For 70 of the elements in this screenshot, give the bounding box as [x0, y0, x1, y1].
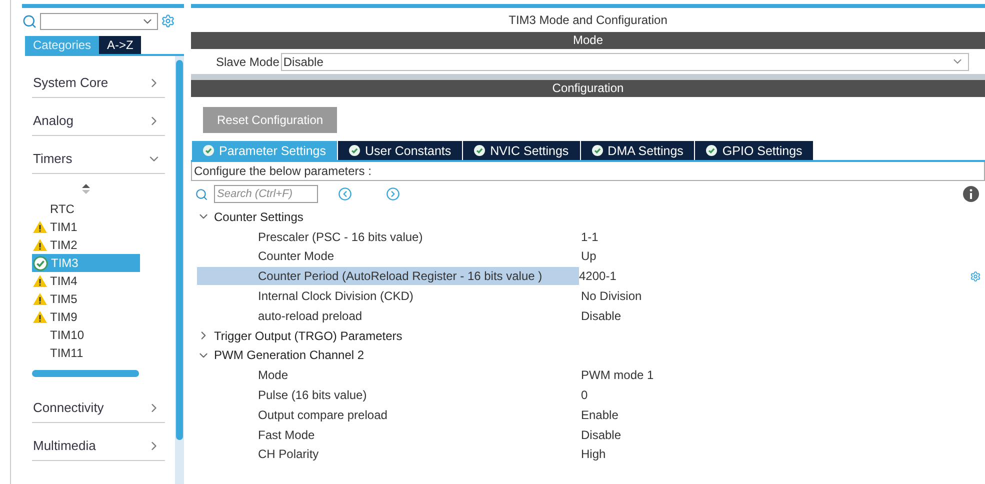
parameter-name[interactable]: Internal Clock Division (CKD) — [197, 287, 579, 306]
previous-icon[interactable] — [338, 187, 352, 201]
parameter-name[interactable]: auto-reload preload — [197, 306, 579, 325]
warning-icon — [33, 293, 47, 305]
parameter-value[interactable]: Disable — [579, 428, 985, 442]
horizontal-scrollbar[interactable] — [32, 370, 139, 377]
scrollbar-thumb[interactable] — [176, 60, 183, 440]
parameter-value[interactable]: High — [579, 447, 985, 462]
parameter-name[interactable]: Output compare preload — [197, 406, 579, 424]
check-circle-icon — [474, 145, 486, 156]
category-tab[interactable]: A->Z — [99, 36, 142, 54]
check-circle-icon — [706, 145, 718, 156]
category-header[interactable]: Analog — [32, 98, 165, 136]
settings-tab[interactable]: NVIC Settings — [462, 141, 580, 160]
category-header[interactable]: Connectivity — [32, 385, 165, 423]
parameter-name[interactable]: Counter Period (AutoReload Register - 16 bits value ) — [197, 267, 579, 286]
settings-tab[interactable]: GPIO Settings — [694, 141, 814, 160]
peripheral-item[interactable]: TIM4 — [32, 272, 140, 290]
warning-icon — [33, 275, 47, 287]
tree-group[interactable]: PWM Generation Channel 2 — [191, 346, 985, 366]
parameter-value[interactable]: Enable — [579, 408, 985, 422]
peripheral-item[interactable]: TIM9 — [32, 308, 140, 326]
peripheral-item[interactable]: RTC — [32, 200, 140, 218]
section-header: Mode — [191, 32, 985, 49]
slave-mode-select[interactable]: Disable — [281, 52, 969, 70]
search-combo-field[interactable] — [40, 12, 158, 30]
peripheral-item[interactable]: TIM5 — [32, 290, 140, 308]
warning-icon — [33, 239, 47, 251]
warning-icon — [33, 221, 47, 233]
info-icon[interactable] — [963, 186, 979, 202]
check-circle-icon — [33, 256, 48, 270]
parameter-name[interactable]: Mode — [197, 366, 579, 384]
tree-group[interactable]: Trigger Output (TRGO) Parameters — [191, 326, 985, 346]
peripheral-item[interactable]: TIM10 — [32, 326, 140, 344]
parameter-value[interactable]: PWM mode 1 — [579, 368, 985, 382]
parameter-value[interactable]: Disable — [579, 308, 985, 323]
field-label: Slave Mode — [216, 54, 280, 68]
peripheral-item[interactable]: TIM2 — [32, 236, 140, 254]
tree-group[interactable]: Counter Settings — [191, 207, 985, 227]
section-header: Configuration — [191, 80, 985, 97]
settings-tab[interactable]: User Constants — [337, 141, 462, 160]
category-header[interactable]: Multimedia — [32, 423, 165, 461]
parameter-name[interactable]: Prescaler (PSC - 16 bits value) — [197, 228, 579, 246]
settings-icon[interactable] — [161, 14, 175, 28]
settings-tab[interactable]: DMA Settings — [580, 141, 694, 160]
check-circle-icon — [349, 145, 360, 156]
parameter-value[interactable]: 0 — [579, 388, 985, 402]
warning-icon — [33, 311, 47, 323]
search-icon — [195, 188, 208, 200]
parameter-value[interactable]: 1-1 — [579, 230, 985, 244]
panel-title: TIM3 Mode and Configuration — [508, 12, 668, 29]
peripheral-item[interactable]: TIM11 — [32, 344, 140, 362]
category-header[interactable]: Timers — [32, 136, 165, 174]
peripheral-item[interactable]: TIM1 — [32, 218, 140, 236]
parameter-name[interactable]: CH Polarity — [197, 445, 579, 464]
instruction-text: Configure the below parameters : — [191, 162, 985, 181]
settings-icon[interactable] — [970, 270, 981, 282]
parameter-value[interactable]: No Division — [579, 289, 985, 304]
parameter-value[interactable]: Up — [579, 249, 985, 264]
search-field[interactable]: Search (Ctrl+F) — [214, 185, 318, 203]
next-icon[interactable] — [386, 187, 400, 201]
parameter-value[interactable]: 4200-1 — [579, 269, 970, 284]
check-circle-icon — [203, 145, 214, 156]
category-header[interactable]: System Core — [32, 60, 165, 98]
search-icon[interactable] — [22, 14, 37, 28]
check-circle-icon — [592, 145, 603, 156]
sort-icon[interactable] — [82, 184, 90, 194]
parameter-name[interactable]: Fast Mode — [197, 426, 579, 444]
parameter-name[interactable]: Counter Mode — [197, 247, 579, 266]
parameter-name[interactable]: Pulse (16 bits value) — [197, 386, 579, 404]
